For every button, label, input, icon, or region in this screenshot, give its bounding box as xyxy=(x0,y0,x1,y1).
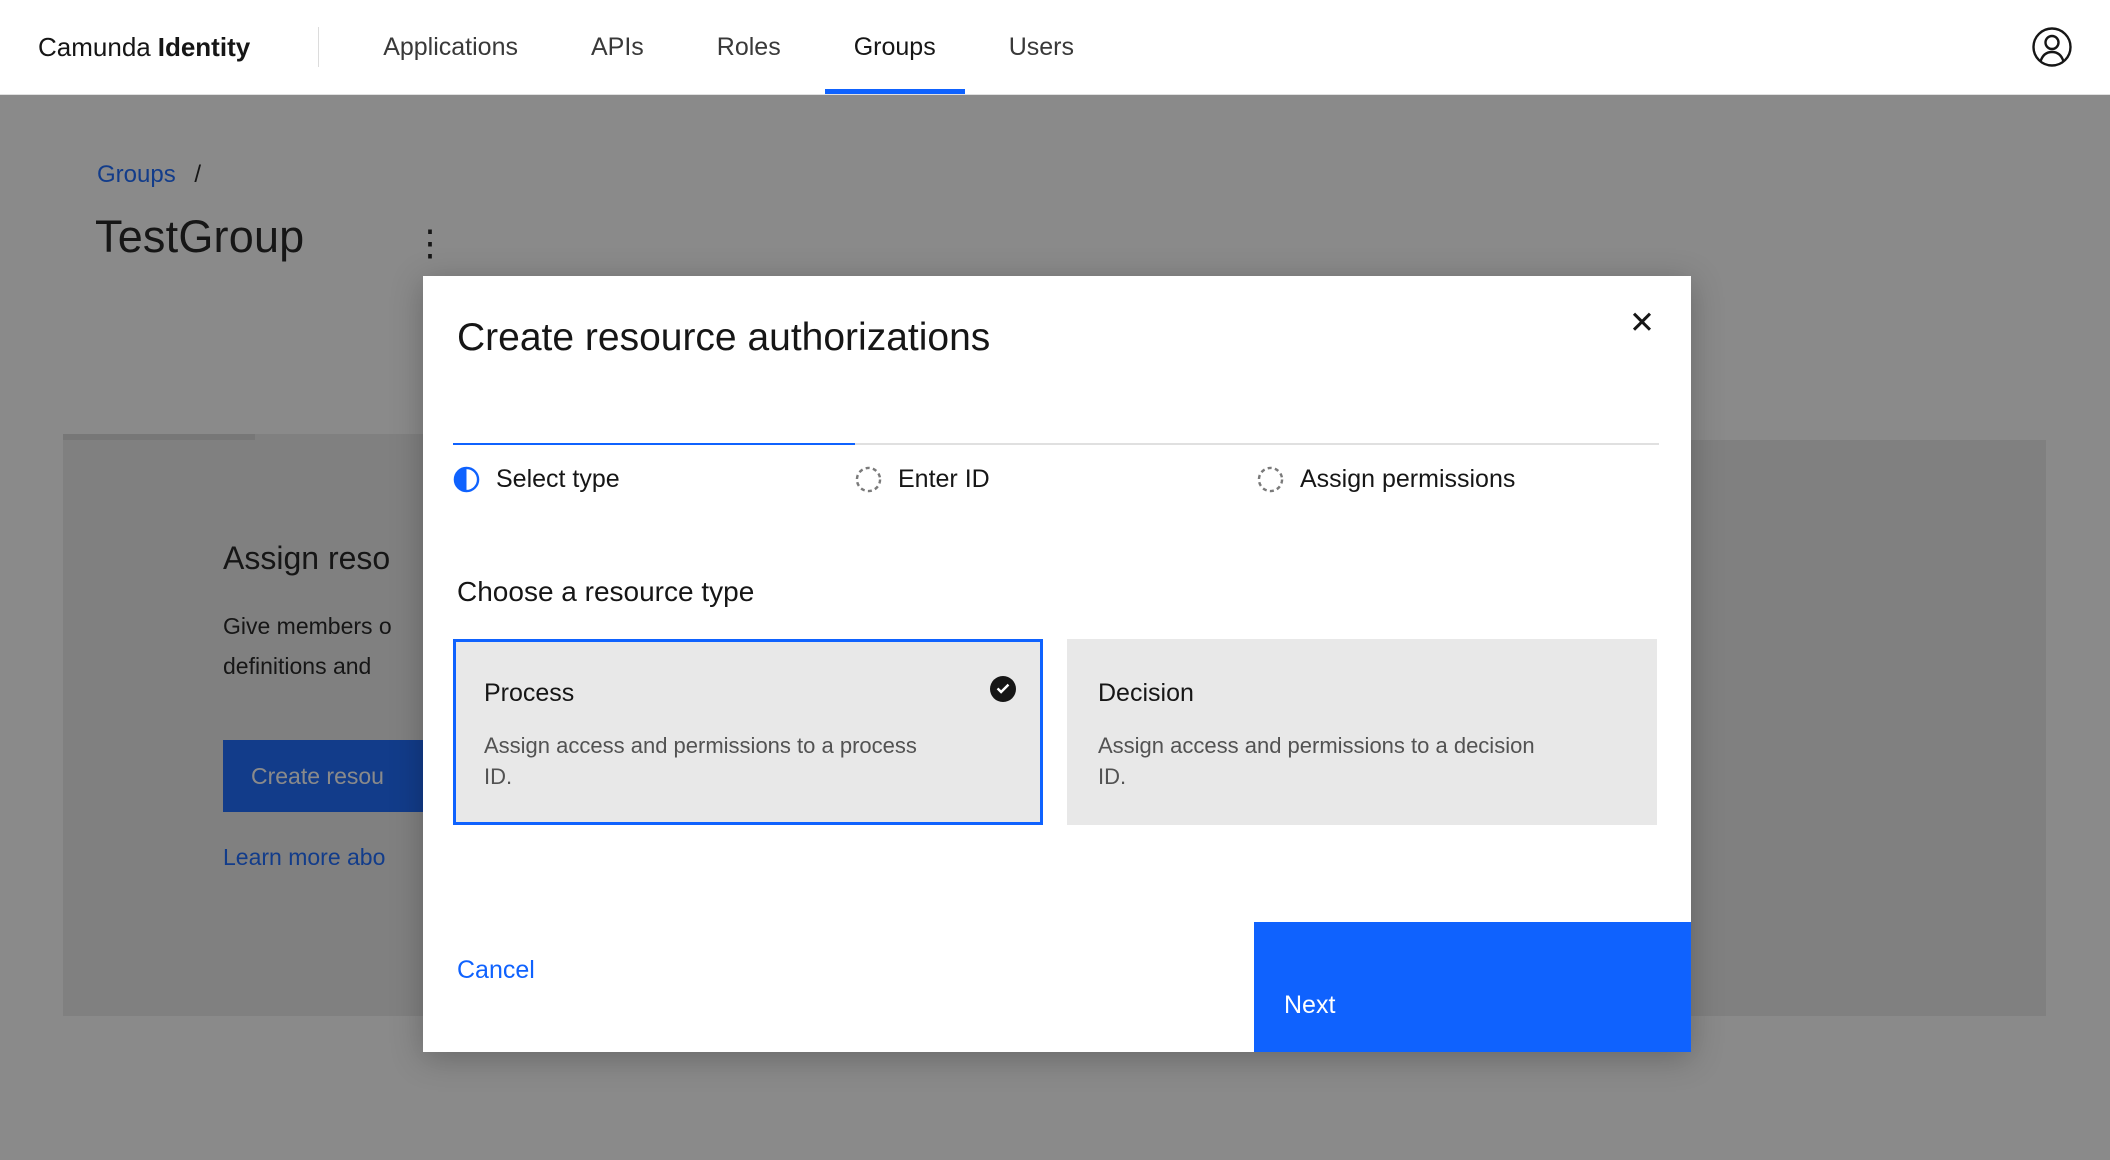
nav-item-groups[interactable]: Groups xyxy=(854,0,936,94)
modal-close-button[interactable]: ✕ xyxy=(1617,298,1667,348)
progress-step-assign-permissions[interactable]: Assign permissions xyxy=(1257,443,1659,494)
resource-type-heading: Choose a resource type xyxy=(457,576,754,608)
modal-title: Create resource authorizations xyxy=(457,316,990,360)
nav-item-roles[interactable]: Roles xyxy=(717,0,781,94)
tile-decision[interactable]: Decision Assign access and permissions t… xyxy=(1067,639,1657,825)
next-button[interactable]: Next xyxy=(1254,922,1691,1052)
nav-item-users[interactable]: Users xyxy=(1009,0,1074,94)
tile-title: Decision xyxy=(1098,679,1626,708)
step-current-icon xyxy=(453,466,480,493)
nav-divider xyxy=(318,27,319,67)
user-avatar-button[interactable] xyxy=(2030,25,2074,69)
user-avatar-icon xyxy=(2030,25,2074,69)
step-label: Assign permissions xyxy=(1300,465,1515,494)
tile-description: Assign access and permissions to a proce… xyxy=(484,730,924,792)
cancel-button[interactable]: Cancel xyxy=(457,956,535,985)
close-icon: ✕ xyxy=(1629,305,1655,341)
progress-step-select-type[interactable]: Select type xyxy=(453,443,855,494)
top-nav: CamundaIdentity Applications APIs Roles … xyxy=(0,0,2110,95)
tile-description: Assign access and permissions to a decis… xyxy=(1098,730,1538,792)
step-future-icon xyxy=(855,466,882,493)
nav-item-apis[interactable]: APIs xyxy=(591,0,644,94)
tile-title: Process xyxy=(484,679,1012,708)
brand[interactable]: CamundaIdentity xyxy=(38,32,250,63)
step-label: Enter ID xyxy=(898,465,990,494)
create-resource-authorizations-modal: ✕ Create resource authorizations Select … xyxy=(423,276,1691,1052)
nav-item-applications[interactable]: Applications xyxy=(383,0,518,94)
brand-product: Camunda xyxy=(38,32,151,62)
nav-items: Applications APIs Roles Groups Users xyxy=(383,0,1074,94)
tile-process[interactable]: Process Assign access and permissions to… xyxy=(453,639,1043,825)
resource-type-tiles: Process Assign access and permissions to… xyxy=(453,639,1657,825)
brand-suffix: Identity xyxy=(158,32,250,62)
step-label: Select type xyxy=(496,465,620,494)
progress-indicator: Select type Enter ID Assign permissions xyxy=(453,443,1659,494)
progress-step-enter-id[interactable]: Enter ID xyxy=(855,443,1257,494)
selected-check-icon xyxy=(989,675,1017,703)
step-future-icon xyxy=(1257,466,1284,493)
